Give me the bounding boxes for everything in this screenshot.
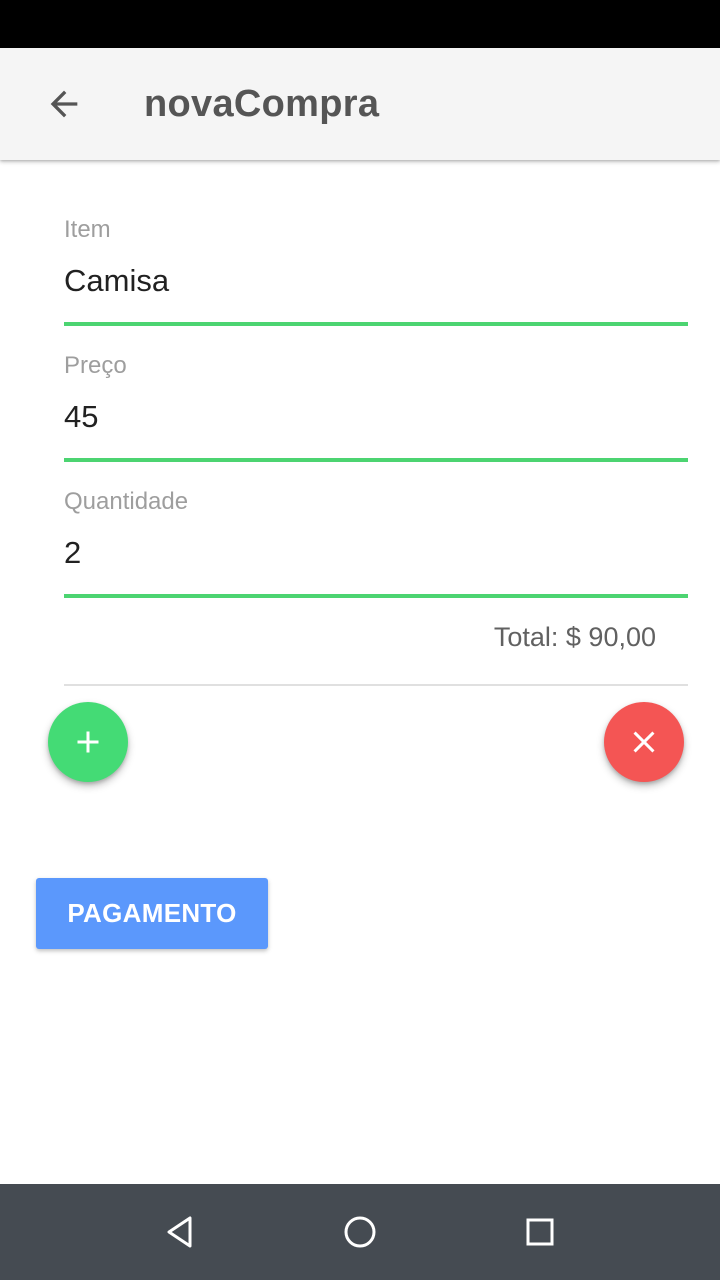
screen: novaCompra Item Preço Quantidade Total: … [0,0,720,1280]
preco-underline [64,458,688,462]
status-bar [0,0,720,48]
payment-button[interactable]: PAGAMENTO [36,878,268,949]
nav-back-button[interactable] [150,1202,210,1262]
nav-recents-button[interactable] [510,1202,570,1262]
divider [64,684,688,686]
total-text: Total: $ 90,00 [493,622,656,652]
circle-home-icon [344,1216,376,1248]
quantidade-input[interactable] [64,528,688,578]
nav-home-button[interactable] [330,1202,390,1262]
preco-label: Preço [64,352,127,379]
square-recents-icon [526,1218,554,1246]
triangle-back-icon [167,1216,192,1248]
cancel-button[interactable] [604,702,684,782]
item-underline [64,322,688,326]
item-input[interactable] [64,256,688,306]
item-label: Item [64,216,111,243]
quantidade-underline [64,594,688,598]
preco-input[interactable] [64,392,688,442]
quantidade-label: Quantidade [64,488,189,515]
arrow-left-icon [50,90,78,118]
add-button[interactable] [48,702,128,782]
back-button[interactable] [28,68,100,140]
system-nav-bar [0,1184,720,1280]
close-icon [633,731,655,753]
app-bar: novaCompra [0,48,720,160]
page-title: novaCompra [144,83,380,125]
plus-icon [77,731,99,753]
